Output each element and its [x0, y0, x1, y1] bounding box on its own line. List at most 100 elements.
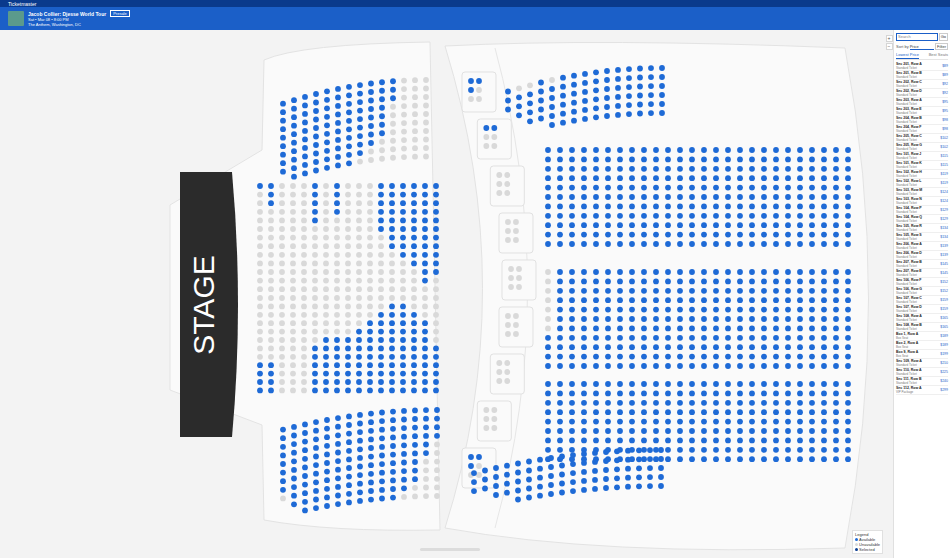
seat[interactable] [302, 447, 308, 453]
seat[interactable] [411, 252, 417, 258]
seat[interactable] [357, 489, 363, 495]
seat[interactable] [629, 204, 635, 210]
seat[interactable] [593, 326, 599, 332]
seat[interactable] [400, 320, 406, 326]
seat[interactable] [749, 241, 755, 247]
seat[interactable] [379, 487, 385, 493]
seat[interactable] [785, 307, 791, 313]
seat[interactable] [605, 344, 611, 350]
seat[interactable] [725, 326, 731, 332]
seat[interactable] [665, 204, 671, 210]
seat[interactable] [581, 400, 587, 406]
seat[interactable] [379, 427, 385, 433]
seat[interactable] [617, 409, 623, 415]
seat[interactable] [411, 388, 417, 394]
listing-row[interactable]: Sec 101, Row JStandard Ticket$115 [896, 152, 948, 161]
seat[interactable] [713, 316, 719, 322]
seat[interactable] [821, 344, 827, 350]
seat[interactable] [557, 166, 563, 172]
seat[interactable] [571, 100, 577, 106]
seat[interactable] [749, 344, 755, 350]
seat[interactable] [629, 391, 635, 397]
seat[interactable] [737, 288, 743, 294]
seat[interactable] [335, 112, 341, 118]
seat[interactable] [749, 166, 755, 172]
seat[interactable] [689, 447, 695, 453]
seat[interactable] [379, 79, 385, 85]
seat[interactable] [593, 288, 599, 294]
seat[interactable] [357, 108, 363, 114]
seat[interactable] [773, 326, 779, 332]
seat[interactable] [761, 147, 767, 153]
seat[interactable] [367, 362, 373, 368]
seat[interactable] [390, 469, 396, 475]
seat[interactable] [379, 418, 385, 424]
seat[interactable] [665, 363, 671, 369]
seat[interactable] [797, 335, 803, 341]
seat[interactable] [641, 381, 647, 387]
seat[interactable] [809, 185, 815, 191]
seat[interactable] [701, 391, 707, 397]
seat[interactable] [390, 443, 396, 449]
seat[interactable] [749, 400, 755, 406]
seat[interactable] [313, 159, 319, 165]
seat[interactable] [422, 269, 428, 275]
seat[interactable] [280, 453, 286, 459]
seat[interactable] [412, 468, 418, 474]
seat[interactable] [545, 391, 551, 397]
seat[interactable] [641, 194, 647, 200]
seat[interactable] [390, 460, 396, 466]
seat[interactable] [433, 183, 439, 189]
seat[interactable] [571, 109, 577, 115]
seat[interactable] [557, 194, 563, 200]
seat[interactable] [725, 381, 731, 387]
seat[interactable] [653, 438, 659, 444]
seat[interactable] [737, 157, 743, 163]
seat[interactable] [324, 156, 330, 162]
seat[interactable] [557, 344, 563, 350]
seat[interactable] [433, 235, 439, 241]
seat[interactable] [605, 147, 611, 153]
seat[interactable] [335, 501, 341, 507]
seat[interactable] [593, 363, 599, 369]
seat[interactable] [356, 354, 362, 360]
seat[interactable] [821, 232, 827, 238]
seat[interactable] [773, 175, 779, 181]
seat[interactable] [268, 192, 274, 198]
seat[interactable] [749, 279, 755, 285]
seat[interactable] [378, 312, 384, 318]
seat[interactable] [665, 307, 671, 313]
seat[interactable] [617, 185, 623, 191]
seat[interactable] [749, 363, 755, 369]
seat[interactable] [809, 241, 815, 247]
seat[interactable] [557, 428, 563, 434]
seat[interactable] [400, 235, 406, 241]
seat[interactable] [725, 316, 731, 322]
seat[interactable] [725, 400, 731, 406]
seat[interactable] [280, 427, 286, 433]
seat[interactable] [713, 288, 719, 294]
seat[interactable] [845, 269, 851, 275]
seat[interactable] [401, 417, 407, 423]
seat[interactable] [641, 419, 647, 425]
seat[interactable] [665, 344, 671, 350]
seat[interactable] [378, 329, 384, 335]
seat[interactable] [617, 279, 623, 285]
seat[interactable] [312, 209, 318, 215]
seat[interactable] [313, 436, 319, 442]
seat[interactable] [677, 288, 683, 294]
seat[interactable] [605, 297, 611, 303]
seat[interactable] [482, 468, 488, 474]
seat[interactable] [629, 428, 635, 434]
seat[interactable] [653, 222, 659, 228]
seat[interactable] [701, 438, 707, 444]
seat[interactable] [809, 400, 815, 406]
seat[interactable] [845, 428, 851, 434]
seat[interactable] [346, 422, 352, 428]
seat[interactable] [617, 297, 623, 303]
seat[interactable] [833, 409, 839, 415]
seat[interactable] [615, 85, 621, 91]
seat[interactable] [761, 279, 767, 285]
seat[interactable] [653, 363, 659, 369]
seat[interactable] [291, 148, 297, 154]
